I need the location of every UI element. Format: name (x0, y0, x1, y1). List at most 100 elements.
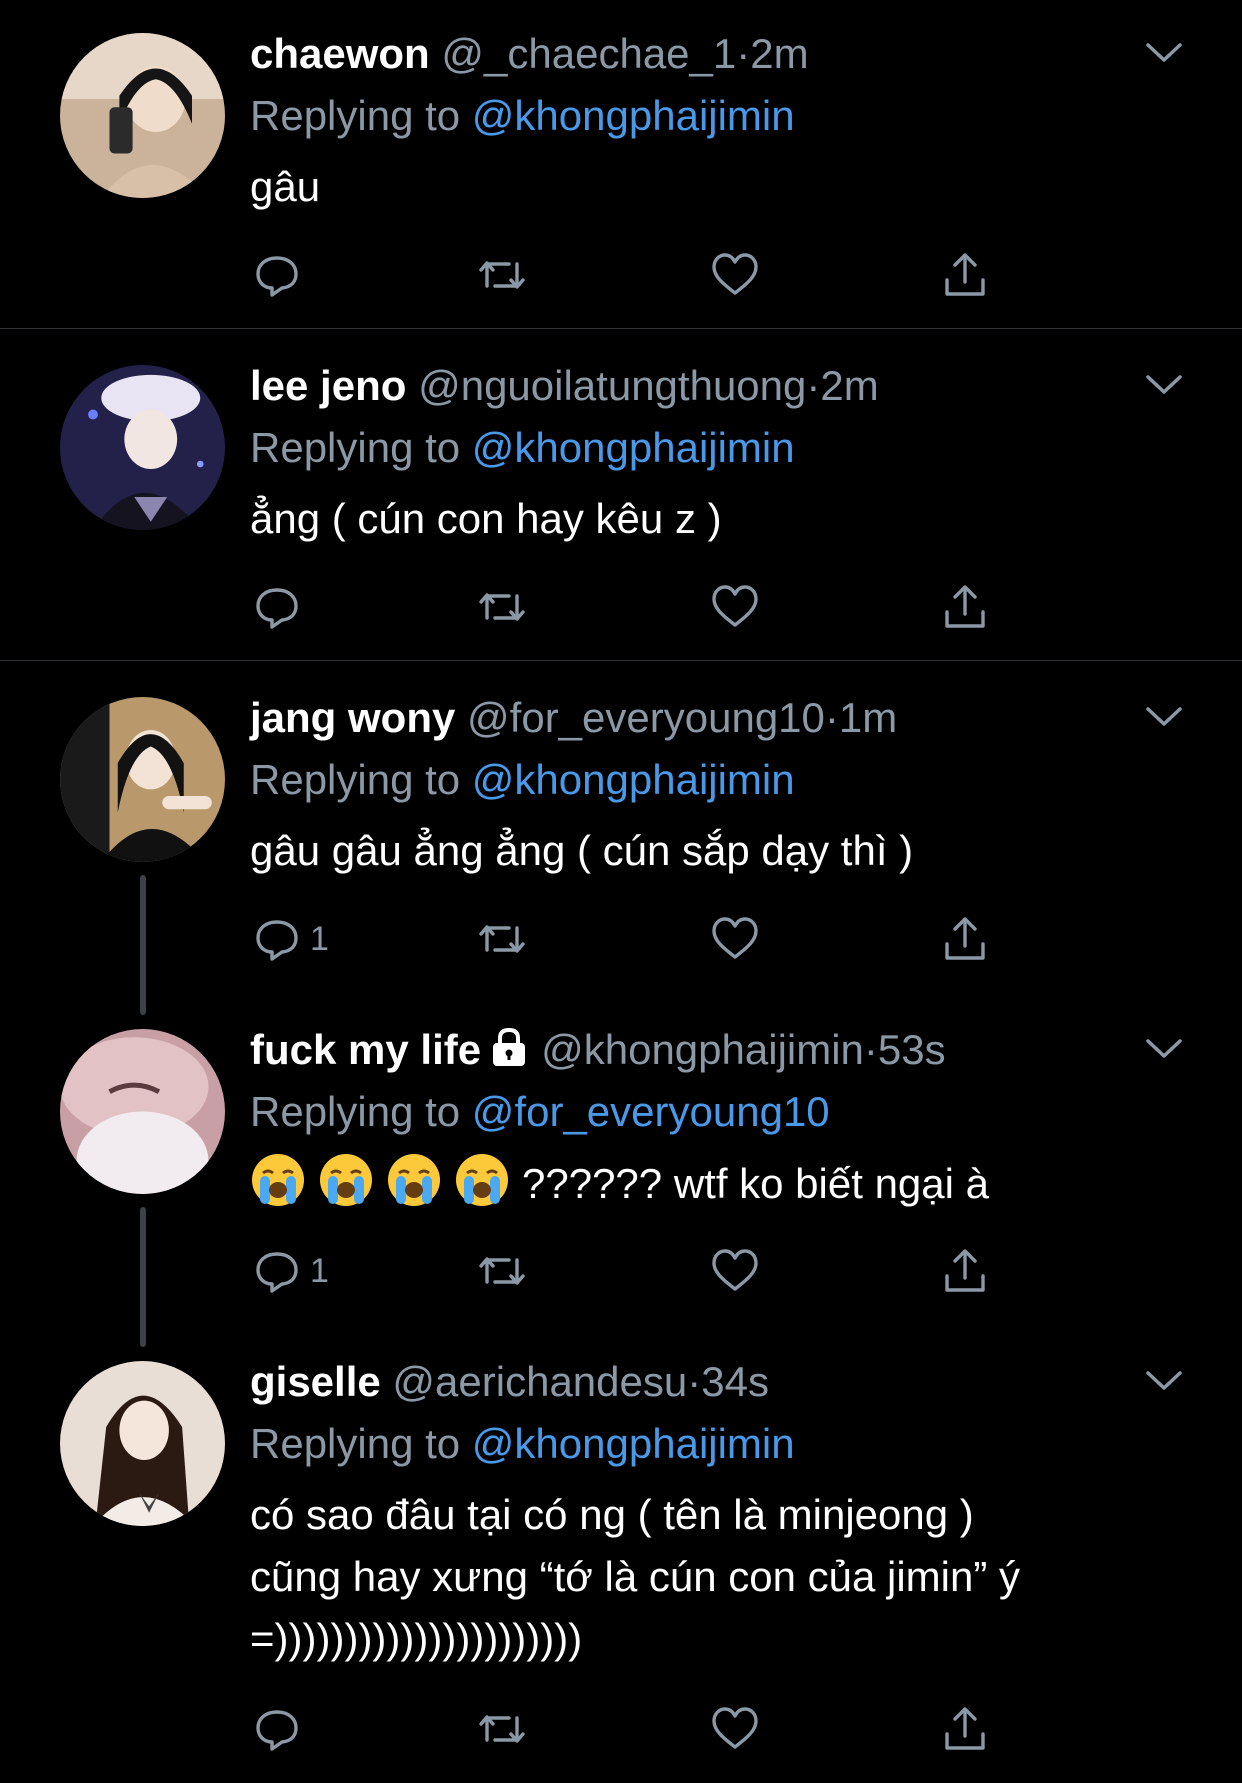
tweet-text-line: ẳng ( cún con hay kêu z ) (250, 495, 722, 542)
display-name[interactable]: fuck my life (250, 1026, 481, 1073)
tweet-text: ẳng ( cún con hay kêu z ) (250, 488, 722, 550)
share-icon (945, 253, 985, 296)
tweet-text: có sao đâu tại có ng ( tên là minjeong )… (250, 1484, 1020, 1670)
reply-button[interactable]: 1 (252, 1246, 329, 1296)
chevron-down-icon[interactable] (1144, 372, 1184, 398)
reply-icon (256, 588, 298, 629)
avatar-image (60, 1361, 225, 1526)
share-icon (945, 585, 985, 628)
display-name[interactable]: chaewon (250, 30, 430, 77)
avatar[interactable] (60, 1361, 225, 1526)
replying-to: Replying to @khongphaijimin (250, 88, 795, 144)
reply-button[interactable] (252, 582, 310, 632)
reply-icon (256, 1252, 298, 1293)
loudly-crying-face-emoji (252, 1154, 304, 1206)
heart-icon (712, 1707, 758, 1749)
tweet-text: gâu gâu ẳng ẳng ( cún sắp dạy thì ) (250, 820, 913, 882)
mention-link[interactable]: @khongphaijimin (472, 92, 795, 139)
avatar[interactable] (60, 1029, 225, 1194)
username[interactable]: @khongphaijimin (541, 1026, 864, 1073)
display-name[interactable]: lee jeno (250, 362, 406, 409)
retweet-button[interactable] (477, 914, 527, 964)
tweet-actions: 1 (252, 1246, 1012, 1296)
tweet-3[interactable]: jang wony @for_everyoung10·1m Replying t… (0, 664, 1242, 992)
share-icon (945, 1707, 985, 1750)
username[interactable]: @nguoilatungthuong (418, 362, 806, 409)
like-button[interactable] (710, 582, 760, 632)
reply-icon (256, 256, 298, 297)
username[interactable]: @for_everyoung10 (467, 694, 825, 741)
tweet-text-line: cũng hay xưng “tớ là cún con của jimin” … (250, 1553, 1021, 1600)
retweet-button[interactable] (477, 1704, 527, 1754)
share-button[interactable] (940, 914, 990, 964)
username[interactable]: @_chaechae_1 (441, 30, 736, 77)
mention-link[interactable]: @for_everyoung10 (472, 1088, 830, 1135)
avatar[interactable] (60, 33, 225, 198)
display-name[interactable]: giselle (250, 1358, 381, 1405)
heart-icon (712, 1249, 758, 1291)
share-button[interactable] (940, 582, 990, 632)
username[interactable]: @aerichandesu (392, 1358, 687, 1405)
tweet-text-line: ?????? wtf ko biết ngại à (250, 1152, 989, 1215)
retweet-button[interactable] (477, 582, 527, 632)
avatar[interactable] (60, 697, 225, 862)
retweet-button[interactable] (477, 1246, 527, 1296)
separator-dot: · (687, 1358, 702, 1405)
avatar-image (60, 33, 225, 198)
tweet-header: fuck my life @khongphaijimin·53s (250, 1022, 946, 1078)
chevron-down-icon[interactable] (1144, 1368, 1184, 1394)
retweet-button[interactable] (477, 250, 527, 300)
replying-to-label: Replying to (250, 424, 461, 471)
tweet-1[interactable]: chaewon @_chaechae_1·2m Replying to @kho… (0, 0, 1242, 328)
like-button[interactable] (710, 914, 760, 964)
like-button[interactable] (710, 1246, 760, 1296)
tweet-header: giselle @aerichandesu·34s (250, 1354, 769, 1410)
timestamp[interactable]: 53s (878, 1026, 946, 1073)
reply-button[interactable] (252, 1704, 310, 1754)
separator-dot: · (806, 362, 821, 409)
replying-to: Replying to @khongphaijimin (250, 752, 795, 808)
avatar[interactable] (60, 365, 225, 530)
tweet-text-line: có sao đâu tại có ng ( tên là minjeong ) (250, 1491, 974, 1538)
loudly-crying-face-emoji (320, 1154, 372, 1206)
chevron-down-icon[interactable] (1144, 1036, 1184, 1062)
tweet-2[interactable]: lee jeno @nguoilatungthuong·2m Replying … (0, 332, 1242, 660)
share-button[interactable] (940, 1246, 990, 1296)
tweet-actions: 1 (252, 914, 1012, 964)
timestamp[interactable]: 2m (820, 362, 878, 409)
mention-link[interactable]: @khongphaijimin (472, 756, 795, 803)
tweet-actions (252, 1704, 1012, 1754)
tweet-text: gâu (250, 156, 320, 218)
replying-to: Replying to @for_everyoung10 (250, 1084, 830, 1140)
tweet-text-line: gâu (250, 163, 321, 210)
replying-to-label: Replying to (250, 756, 461, 803)
mention-link[interactable]: @khongphaijimin (472, 424, 795, 471)
like-button[interactable] (710, 250, 760, 300)
divider (0, 660, 1242, 661)
separator-dot: · (736, 30, 751, 77)
retweet-icon (479, 925, 525, 953)
loudly-crying-face-emoji (388, 1154, 440, 1206)
divider (0, 328, 1242, 329)
tweet-5[interactable]: giselle @aerichandesu·34s Replying to @k… (0, 1328, 1242, 1783)
mention-link[interactable]: @khongphaijimin (472, 1420, 795, 1467)
timestamp[interactable]: 2m (750, 30, 808, 77)
replying-to: Replying to @khongphaijimin (250, 1416, 795, 1472)
reply-button[interactable]: 1 (252, 914, 329, 964)
tweet-header: jang wony @for_everyoung10·1m (250, 690, 897, 746)
timestamp[interactable]: 1m (839, 694, 897, 741)
share-button[interactable] (940, 1704, 990, 1754)
retweet-icon (479, 593, 525, 621)
chevron-down-icon[interactable] (1144, 704, 1184, 730)
heart-icon (712, 917, 758, 959)
tweet-4[interactable]: fuck my life @khongphaijimin·53s Replying… (0, 996, 1242, 1324)
share-button[interactable] (940, 250, 990, 300)
like-button[interactable] (710, 1704, 760, 1754)
heart-icon (712, 253, 758, 295)
timestamp[interactable]: 34s (701, 1358, 769, 1405)
replying-to: Replying to @khongphaijimin (250, 420, 795, 476)
reply-button[interactable] (252, 250, 310, 300)
heart-icon (712, 585, 758, 627)
chevron-down-icon[interactable] (1144, 40, 1184, 66)
display-name[interactable]: jang wony (250, 694, 455, 741)
